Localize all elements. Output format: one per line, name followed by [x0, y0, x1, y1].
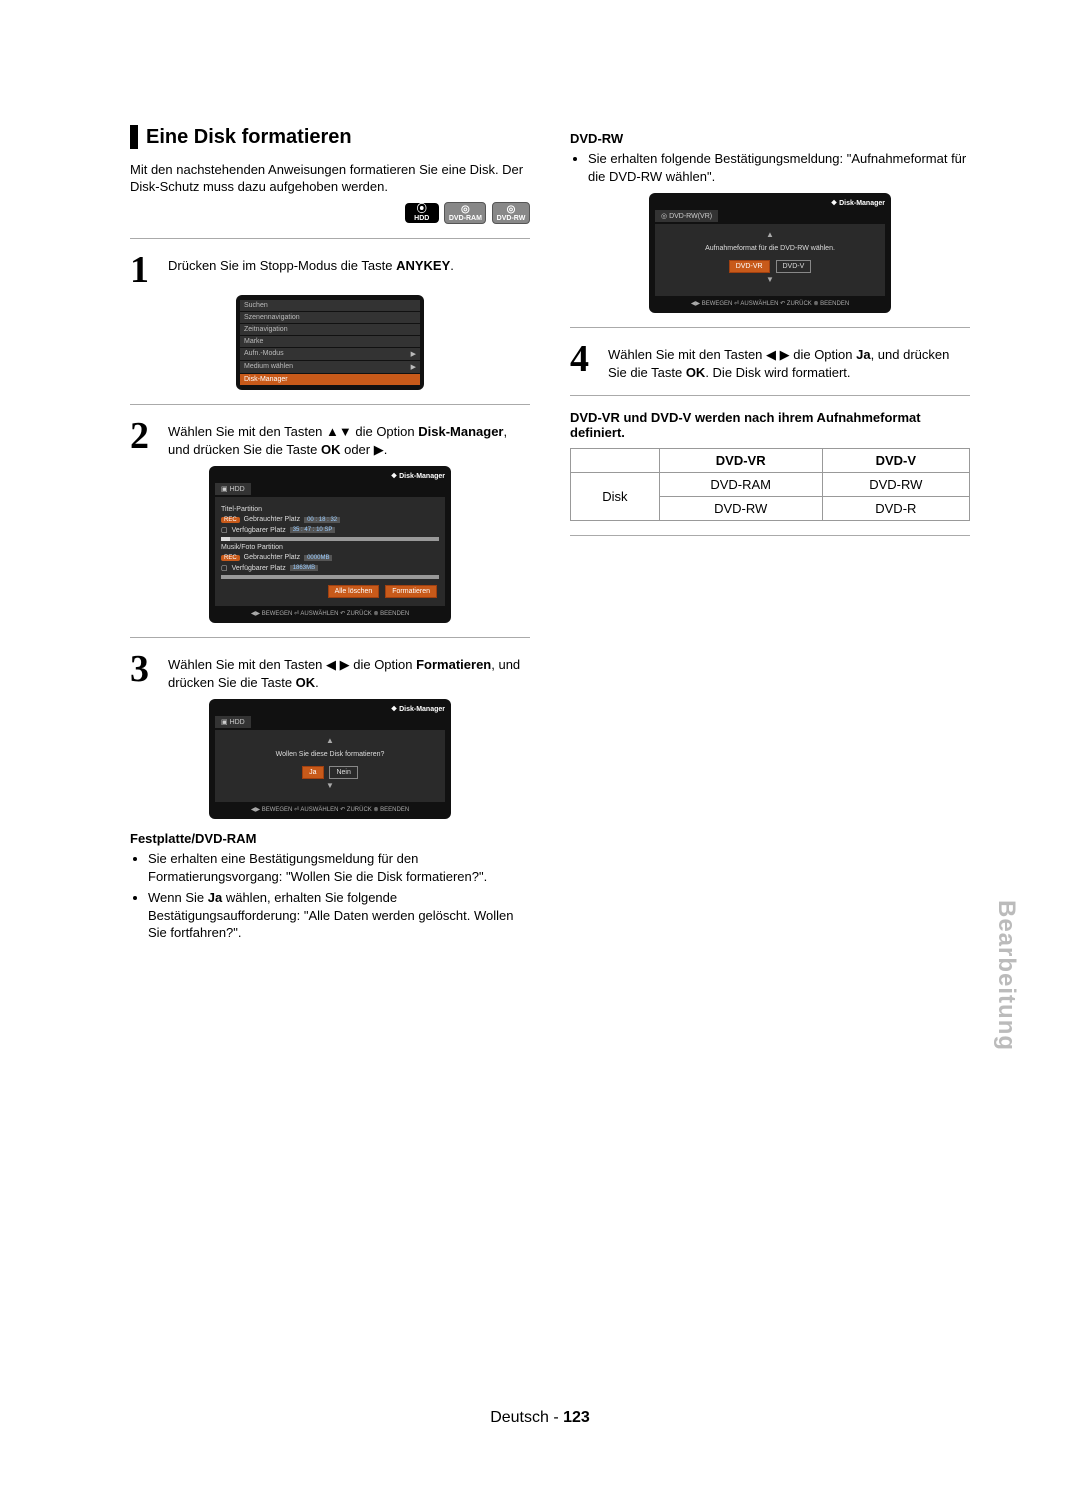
intro-text: Mit den nachstehenden Anweisungen format…: [130, 162, 530, 196]
table-cell: DVD-RAM: [659, 473, 822, 497]
osd-item: Szenennavigation: [240, 312, 420, 323]
right-column: DVD-RW Sie erhalten folgende Bestätigung…: [570, 125, 970, 948]
footer-language: Deutsch: [490, 1409, 549, 1426]
step-number: 2: [130, 419, 160, 453]
format-definition-heading: DVD-VR und DVD-V werden nach ihrem Aufna…: [570, 410, 970, 440]
badge-dvd-rw: ◎DVD-RW: [492, 202, 530, 224]
osd-item: Suchen: [240, 300, 420, 311]
osd-item: Marke: [240, 336, 420, 347]
divider: [570, 395, 970, 396]
step-text: Wählen Sie mit den Tasten ◀ ▶ die Option…: [168, 652, 530, 691]
osd-menu-anykey: Suchen Szenennavigation Zeitnavigation M…: [236, 295, 424, 390]
osd-dvd-v-button: DVD-V: [776, 260, 812, 273]
divider: [130, 238, 530, 239]
osd-item: Aufn.-Modus▶: [240, 348, 420, 360]
badge-dvd-ram: ◎DVD-RAM: [444, 202, 486, 224]
step-number: 1: [130, 253, 160, 287]
list-item: Sie erhalten eine Bestätigungsmeldung fü…: [148, 850, 530, 885]
osd-delete-all-button: Alle löschen: [328, 585, 380, 598]
divider: [130, 404, 530, 405]
badge-hdd: ⦿HDD: [405, 203, 439, 223]
divider: [570, 535, 970, 536]
step-2: 2 Wählen Sie mit den Tasten ▲▼ die Optio…: [130, 419, 530, 458]
osd-yes-button: Ja: [302, 766, 323, 779]
format-table: DVD-VR DVD-V Disk DVD-RAM DVD-RW DVD-RW …: [570, 448, 970, 521]
osd-format-button: Formatieren: [385, 585, 437, 598]
manual-page: Eine Disk formatieren Mit den nachstehen…: [0, 0, 1080, 1487]
two-column-layout: Eine Disk formatieren Mit den nachstehen…: [130, 125, 970, 948]
section-heading: Eine Disk formatieren: [130, 125, 530, 149]
osd-item: Medium wählen▶: [240, 361, 420, 373]
step-1: 1 Drücken Sie im Stopp-Modus die Taste A…: [130, 253, 530, 287]
step-text: Drücken Sie im Stopp-Modus die Taste ANY…: [168, 253, 454, 275]
section-heading-text: Eine Disk formatieren: [146, 126, 352, 149]
table-cell: DVD-RW: [822, 473, 969, 497]
osd-item: Zeitnavigation: [240, 324, 420, 335]
table-cell: DVD-RW: [659, 497, 822, 521]
table-header-dvd-vr: DVD-VR: [659, 449, 822, 473]
media-badges: ⦿HDD ◎DVD-RAM ◎DVD-RW: [130, 202, 530, 224]
divider: [130, 637, 530, 638]
osd-item-selected: Disk-Manager: [240, 374, 420, 385]
osd-format-confirm: ❖ Disk-Manager ▣ HDD ▲ Wollen Sie diese …: [209, 699, 451, 819]
step-text: Wählen Sie mit den Tasten ▲▼ die Option …: [168, 419, 530, 458]
divider: [570, 327, 970, 328]
osd-dvd-vr-button: DVD-VR: [729, 260, 770, 273]
step-number: 3: [130, 652, 160, 686]
left-column: Eine Disk formatieren Mit den nachstehen…: [130, 125, 530, 948]
table-rowlabel-disk: Disk: [571, 473, 660, 521]
osd-dvd-rw-format: ❖ Disk-Manager ◎ DVD-RW(VR) ▲ Aufnahmefo…: [649, 193, 891, 313]
dvd-rw-heading: DVD-RW: [570, 131, 970, 146]
osd-disk-manager: ❖ Disk-Manager ▣ HDD Titel-Partition REC…: [209, 466, 451, 623]
table-header-empty: [571, 449, 660, 473]
list-item: Sie erhalten folgende Bestätigungsmeldun…: [588, 150, 970, 185]
hdd-ram-bullets: Sie erhalten eine Bestätigungsmeldung fü…: [130, 850, 530, 942]
osd-no-button: Nein: [329, 766, 357, 779]
step-number: 4: [570, 342, 600, 376]
page-footer: Deutsch - 123: [0, 1409, 1080, 1427]
list-item: Wenn Sie Ja wählen, erhalten Sie folgend…: [148, 889, 530, 942]
step-3: 3 Wählen Sie mit den Tasten ◀ ▶ die Opti…: [130, 652, 530, 691]
section-side-tab: Bearbeitung: [992, 900, 1020, 1051]
step-text: Wählen Sie mit den Tasten ◀ ▶ die Option…: [608, 342, 970, 381]
dvd-rw-bullets: Sie erhalten folgende Bestätigungsmeldun…: [570, 150, 970, 185]
footer-page-number: 123: [563, 1409, 590, 1426]
hdd-ram-heading: Festplatte/DVD-RAM: [130, 831, 530, 846]
table-header-dvd-v: DVD-V: [822, 449, 969, 473]
table-cell: DVD-R: [822, 497, 969, 521]
step-4: 4 Wählen Sie mit den Tasten ◀ ▶ die Opti…: [570, 342, 970, 381]
